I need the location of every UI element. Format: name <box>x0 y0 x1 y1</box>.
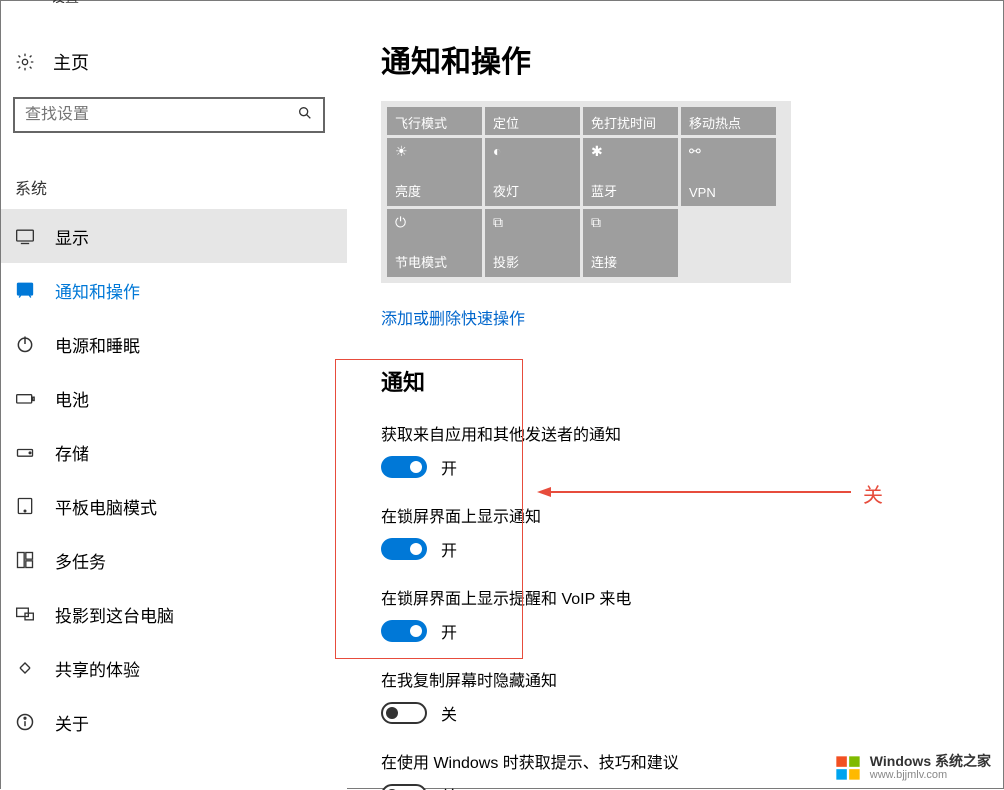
qa-tile-connect[interactable]: ⧉连接 <box>583 209 678 277</box>
notifications-section-title: 通知 <box>381 365 983 397</box>
qa-tile-quiet-hours[interactable]: 免打扰时间 <box>583 107 678 135</box>
display-icon <box>15 226 35 246</box>
search-input[interactable] <box>13 97 325 133</box>
project-icon <box>15 604 35 624</box>
quick-actions-row2: ☀亮度 ◐夜灯 ✱蓝牙 ⚯VPN ⏻节电模式 ⧉投影 ⧉连接 <box>387 138 785 277</box>
sidebar-item-display[interactable]: 显示 <box>1 209 347 263</box>
toggle-state: 关 <box>441 701 457 725</box>
bluetooth-icon: ✱ <box>591 144 670 158</box>
home-row[interactable]: 主页 <box>1 43 347 89</box>
sidebar-item-storage[interactable]: 存储 <box>1 425 347 479</box>
sidebar-item-multitask[interactable]: 多任务 <box>1 533 347 587</box>
category-label: 系统 <box>15 175 347 199</box>
watermark: Windows 系统之家 www.bjjmlv.com <box>834 753 991 782</box>
home-label: 主页 <box>53 49 89 75</box>
multitask-icon <box>15 550 35 570</box>
sidebar-item-label: 通知和操作 <box>55 278 140 303</box>
watermark-url: www.bjjmlv.com <box>870 769 991 782</box>
setting-lockscreen-notifications: 在锁屏界面上显示通知 开 <box>381 503 983 561</box>
setting-label: 在我复制屏幕时隐藏通知 <box>381 667 983 691</box>
vpn-icon: ⚯ <box>689 144 768 158</box>
setting-label: 在锁屏界面上显示通知 <box>381 503 983 527</box>
sidebar-item-label: 存储 <box>55 440 89 465</box>
toggle-lockscreen-voip[interactable] <box>381 620 427 642</box>
sidebar-item-share[interactable]: 共享的体验 <box>1 641 347 695</box>
setting-get-notifications: 获取来自应用和其他发送者的通知 开 <box>381 421 983 479</box>
sidebar-item-battery[interactable]: 电池 <box>1 371 347 425</box>
qa-tile-project[interactable]: ⧉投影 <box>485 209 580 277</box>
sidebar-item-label: 投影到这台电脑 <box>55 602 174 627</box>
watermark-title: Windows 系统之家 <box>870 753 991 769</box>
windows-logo-icon <box>834 754 862 782</box>
add-remove-quick-actions-link[interactable]: 添加或删除快速操作 <box>381 305 525 329</box>
setting-hide-when-duplicating: 在我复制屏幕时隐藏通知 关 <box>381 667 983 725</box>
sidebar-item-label: 电源和睡眠 <box>55 332 140 357</box>
toggle-lockscreen-notifications[interactable] <box>381 538 427 560</box>
qa-tile-brightness[interactable]: ☀亮度 <box>387 138 482 206</box>
qa-tile-bluetooth[interactable]: ✱蓝牙 <box>583 138 678 206</box>
notifications-icon <box>15 280 35 300</box>
search-field[interactable] <box>25 106 297 124</box>
sidebar-item-power[interactable]: 电源和睡眠 <box>1 317 347 371</box>
toggle-get-notifications[interactable] <box>381 456 427 478</box>
info-icon <box>15 712 35 732</box>
qa-tile-vpn[interactable]: ⚯VPN <box>681 138 776 206</box>
toggle-state: 开 <box>441 619 457 643</box>
qa-tile-nightlight[interactable]: ◐夜灯 <box>485 138 580 206</box>
qa-tile-hotspot[interactable]: 移动热点 <box>681 107 776 135</box>
share-icon <box>15 658 35 678</box>
quick-actions-panel: 飞行模式 定位 免打扰时间 移动热点 ☀亮度 ◐夜灯 ✱蓝牙 ⚯VPN ⏻节电模… <box>381 101 791 283</box>
sidebar-item-tablet[interactable]: 平板电脑模式 <box>1 479 347 533</box>
power-icon <box>15 334 35 354</box>
project-tile-icon: ⧉ <box>493 215 572 229</box>
gear-icon <box>15 52 35 72</box>
sidebar-item-project[interactable]: 投影到这台电脑 <box>1 587 347 641</box>
toggle-hide-when-duplicating[interactable] <box>381 702 427 724</box>
content: 通知和操作 飞行模式 定位 免打扰时间 移动热点 ☀亮度 ◐夜灯 ✱蓝牙 ⚯VP… <box>347 3 1003 790</box>
sidebar-item-label: 电池 <box>55 386 89 411</box>
sidebar-item-about[interactable]: 关于 <box>1 695 347 749</box>
search-icon <box>297 105 313 126</box>
toggle-state: 开 <box>441 455 457 479</box>
battery-saver-icon: ⏻ <box>395 215 474 229</box>
sidebar-item-label: 关于 <box>55 710 89 735</box>
qa-tile-airplane[interactable]: 飞行模式 <box>387 107 482 135</box>
qa-tile-location[interactable]: 定位 <box>485 107 580 135</box>
sidebar: 主页 系统 显示 通知和操作 电源和睡眠 电池 存储 平板电脑模式 多任务 投影… <box>1 3 347 790</box>
brightness-icon: ☀ <box>395 144 474 158</box>
nightlight-icon: ◐ <box>493 144 572 158</box>
quick-actions-row1: 飞行模式 定位 免打扰时间 移动热点 <box>387 107 785 135</box>
storage-icon <box>15 442 35 462</box>
sidebar-item-label: 平板电脑模式 <box>55 494 157 519</box>
battery-icon <box>15 388 35 408</box>
sidebar-item-label: 显示 <box>55 224 89 249</box>
sidebar-item-label: 多任务 <box>55 548 106 573</box>
setting-lockscreen-voip: 在锁屏界面上显示提醒和 VoIP 来电 开 <box>381 585 983 643</box>
toggle-state: 开 <box>441 537 457 561</box>
setting-label: 在锁屏界面上显示提醒和 VoIP 来电 <box>381 585 983 609</box>
page-title: 通知和操作 <box>381 37 983 81</box>
sidebar-item-label: 共享的体验 <box>55 656 140 681</box>
sidebar-item-notifications[interactable]: 通知和操作 <box>1 263 347 317</box>
tablet-icon <box>15 496 35 516</box>
connect-icon: ⧉ <box>591 215 670 229</box>
qa-tile-battery-saver[interactable]: ⏻节电模式 <box>387 209 482 277</box>
setting-label: 获取来自应用和其他发送者的通知 <box>381 421 983 445</box>
toggle-windows-tips[interactable] <box>381 784 427 790</box>
